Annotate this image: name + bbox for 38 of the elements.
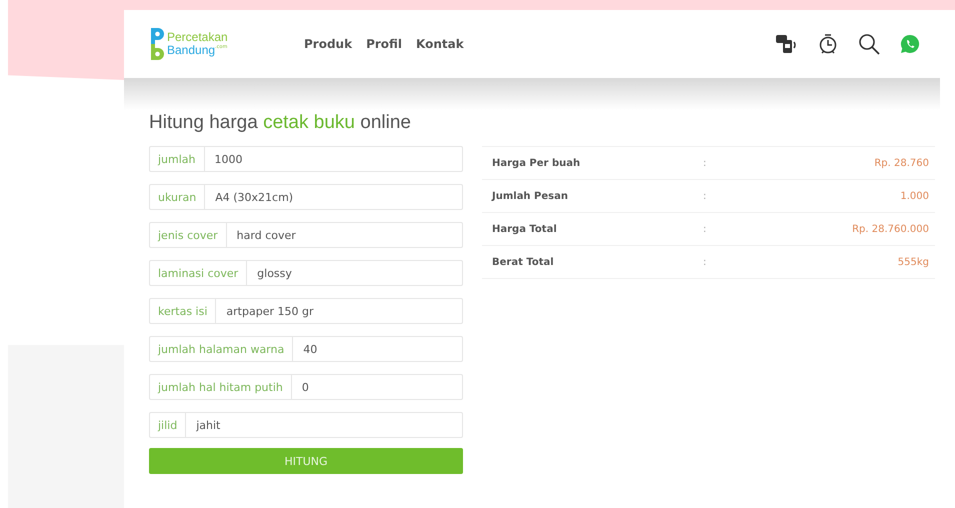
field-label: jumlah hal hitam putih — [150, 375, 292, 399]
input-field[interactable]: ukuran A4 (30x21cm) — [149, 184, 463, 210]
logo-icon — [149, 27, 165, 61]
input-field[interactable]: laminasi cover glossy — [149, 260, 463, 286]
field-label: jumlah halaman warna — [150, 337, 294, 361]
phone-chat-icon[interactable] — [776, 34, 798, 54]
separator-colon: : — [703, 224, 706, 234]
result-label: Berat Total — [492, 256, 555, 268]
field-label: jumlah — [150, 147, 205, 171]
input-field[interactable]: jumlah halaman warna 40 — [149, 336, 463, 362]
result-value: 1.000 — [900, 190, 929, 202]
result-label: Harga Per buah — [492, 158, 582, 168]
logo-text: Bandung — [167, 44, 216, 57]
input-field[interactable]: jilid jahit — [149, 412, 463, 438]
search-icon[interactable] — [858, 33, 880, 55]
nav-link[interactable]: Kontak — [416, 37, 464, 51]
result-label: Jumlah Pesan — [492, 190, 569, 202]
separator-colon: : — [703, 190, 706, 202]
nav-link[interactable]: Profil — [366, 37, 402, 51]
alarm-clock-icon[interactable] — [818, 33, 838, 55]
input-field[interactable]: jumlah hal hitam putih 0 — [149, 374, 463, 400]
result-value: Rp. 28.760.000 — [852, 224, 929, 234]
separator-colon: : — [703, 256, 706, 268]
input-field[interactable]: jenis cover hard cover — [149, 222, 463, 248]
separator-colon: : — [703, 158, 706, 168]
field-label: jilid — [150, 413, 186, 437]
field-label: laminasi cover — [150, 261, 248, 285]
result-value: Rp. 28.760 — [874, 158, 929, 168]
result-value: 555kg — [898, 256, 929, 268]
nav-link[interactable]: Produk — [304, 37, 352, 51]
input-field[interactable]: kertas isi artpaper 150 gr — [149, 298, 463, 324]
field-label: ukuran — [150, 185, 206, 209]
page-title: Hitung harga cetak buku online — [149, 111, 412, 135]
input-field[interactable]: jumlah 1000 — [149, 146, 463, 172]
field-label: kertas isi — [150, 299, 216, 323]
logo-text: Percetakan — [167, 31, 228, 44]
field-label: jenis cover — [150, 223, 227, 247]
result-label: Harga Total — [492, 224, 558, 234]
